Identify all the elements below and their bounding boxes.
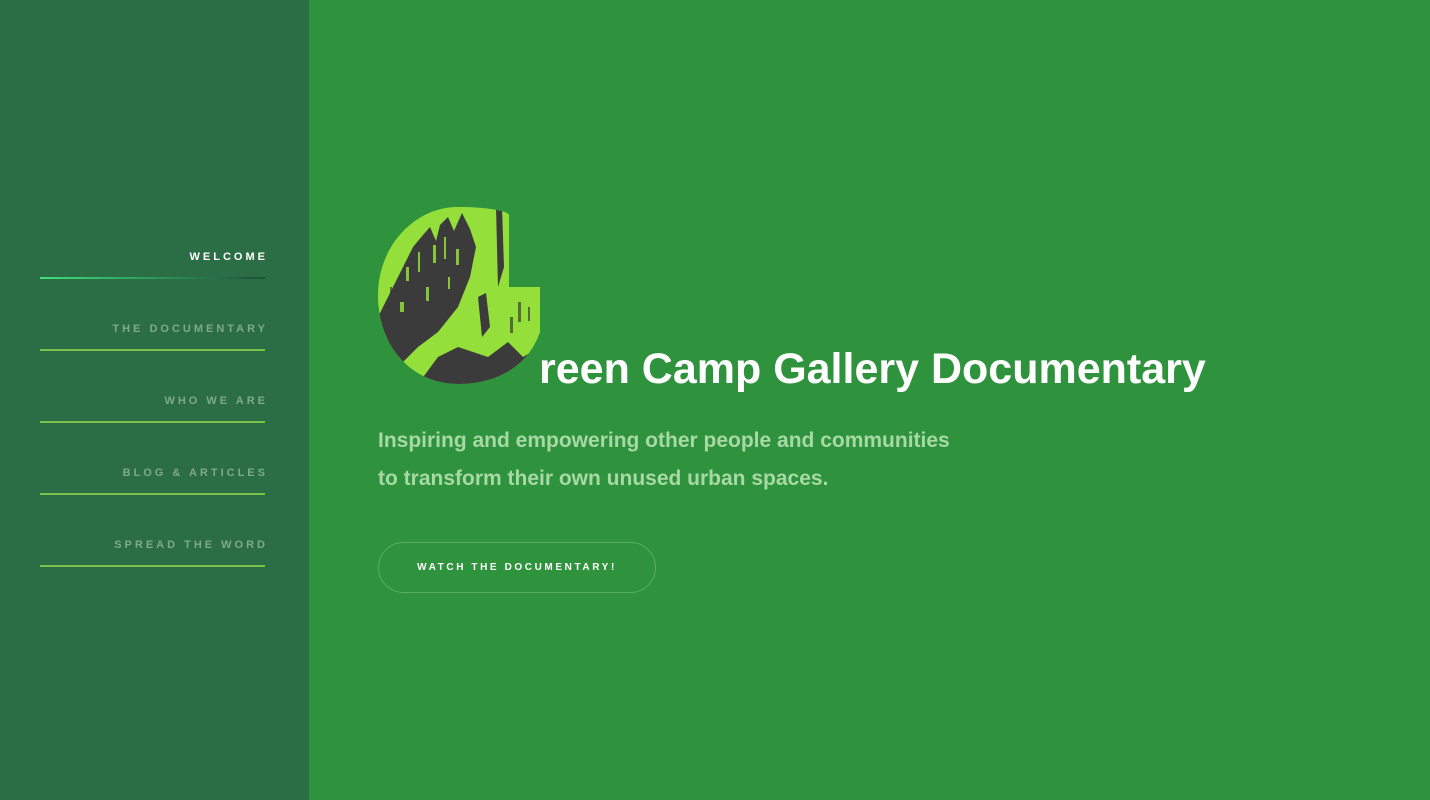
sidebar-nav: WELCOME THE DOCUMENTARY WHO WE ARE BLOG … [40,250,265,610]
watch-documentary-button[interactable]: WATCH THE DOCUMENTARY! [378,542,656,593]
hero-section: reen Camp Gallery Documentary Inspiring … [378,0,1378,800]
sidebar: WELCOME THE DOCUMENTARY WHO WE ARE BLOG … [0,0,309,800]
tagline-line-2: to transform their own unused urban spac… [378,467,829,490]
nav-item-underline [40,349,265,351]
nav-item-underline [40,565,265,567]
nav-item-who-we-are[interactable]: WHO WE ARE [40,394,265,466]
nav-item-underline [40,493,265,495]
tagline: Inspiring and empowering other people an… [378,422,950,498]
nav-item-label: WHO WE ARE [164,395,268,407]
nav-item-spread-the-word[interactable]: SPREAD THE WORD [40,538,265,610]
nav-item-blog-articles[interactable]: BLOG & ARTICLES [40,466,265,538]
nav-item-the-documentary[interactable]: THE DOCUMENTARY [40,322,265,394]
nav-item-label: BLOG & ARTICLES [122,467,268,479]
nav-item-label: SPREAD THE WORD [114,539,268,551]
tagline-line-1: Inspiring and empowering other people an… [378,429,950,452]
nav-item-welcome[interactable]: WELCOME [40,250,265,322]
nav-item-label: WELCOME [189,251,268,263]
letter-g-logo-icon [378,207,540,384]
nav-item-underline [40,277,265,279]
page-title: reen Camp Gallery Documentary [539,345,1206,393]
nav-item-label: THE DOCUMENTARY [112,323,268,335]
nav-item-underline [40,421,265,423]
